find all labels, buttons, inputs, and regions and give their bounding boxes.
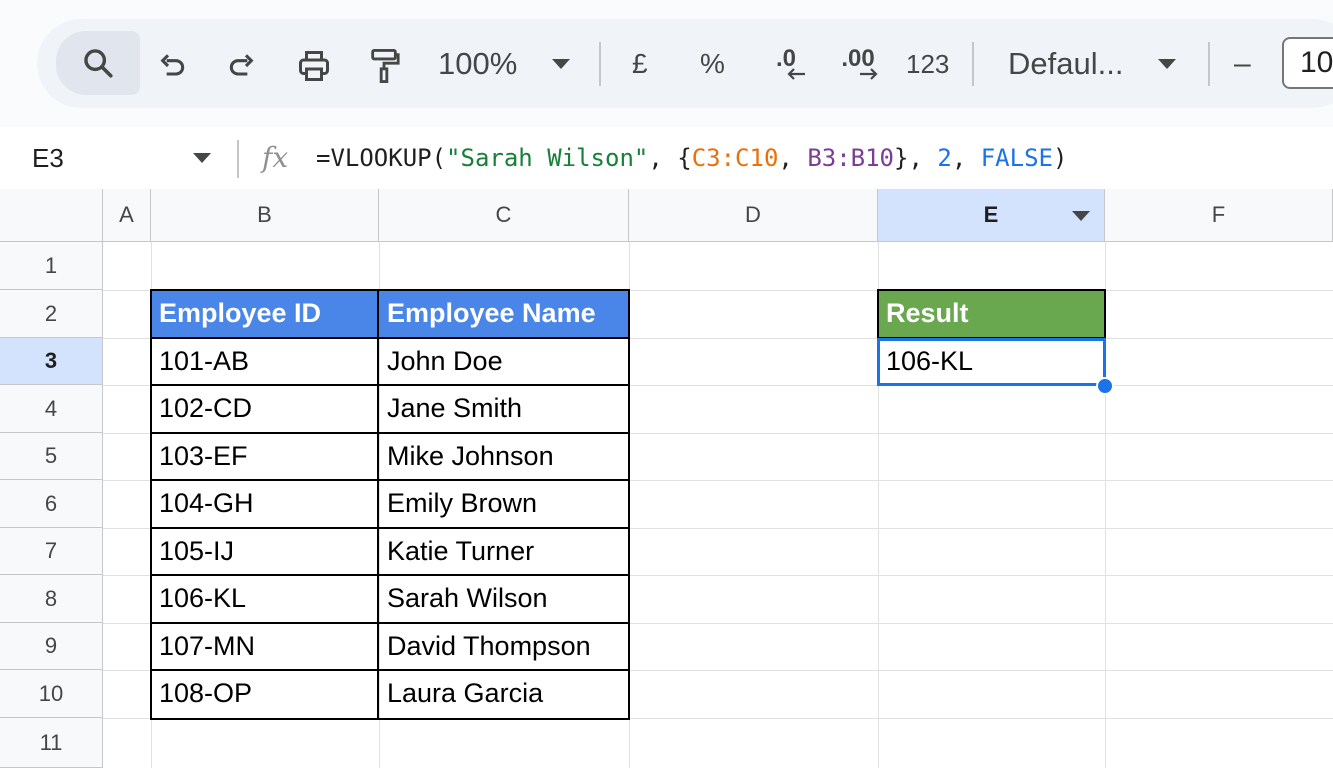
table-row-divider: [150, 479, 630, 481]
cell-b6[interactable]: 104-GH: [151, 480, 379, 528]
chevron-down-icon: [552, 59, 570, 69]
paint-format-button[interactable]: [362, 42, 406, 90]
cell-b8[interactable]: 106-KL: [151, 575, 379, 623]
print-icon: [299, 51, 329, 81]
table-row-divider: [150, 384, 630, 386]
formula-string-arg: "Sarah Wilson": [446, 144, 649, 172]
result-header-border: [877, 289, 1106, 339]
currency-format-button[interactable]: £: [632, 44, 648, 84]
row-header-2[interactable]: 2: [0, 290, 103, 338]
cell-c8[interactable]: Sarah Wilson: [379, 575, 629, 623]
row-header-6[interactable]: 6: [0, 480, 103, 528]
table-row-divider: [150, 337, 630, 339]
chevron-down-icon: [1158, 59, 1176, 69]
cell-b9[interactable]: 107-MN: [151, 623, 379, 670]
toolbar-divider: [1208, 42, 1210, 86]
gridline: [103, 718, 1333, 719]
search-icon: [84, 49, 113, 78]
column-header-f[interactable]: F: [1105, 189, 1333, 242]
cell-b4[interactable]: 102-CD: [151, 385, 379, 433]
table-row-divider: [150, 622, 630, 624]
formula-bool-arg: FALSE: [980, 144, 1053, 172]
formula-separator: },: [894, 144, 938, 172]
cell-c5[interactable]: Mike Johnson: [379, 433, 629, 480]
formula-input[interactable]: =VLOOKUP("Sarah Wilson", {C3:C10, B3:B10…: [316, 141, 1067, 175]
formula-separator: ,: [778, 144, 808, 172]
name-box[interactable]: E3: [32, 141, 64, 175]
font-select[interactable]: Defaul...: [1008, 44, 1123, 84]
cell-c7[interactable]: Katie Turner: [379, 528, 629, 575]
increase-decimal-button[interactable]: .00: [832, 42, 884, 86]
formula-bar-divider: [237, 140, 239, 178]
table-column-divider: [377, 289, 379, 720]
formula-range-1: C3:C10: [691, 144, 779, 172]
row-header-8[interactable]: 8: [0, 575, 103, 623]
print-button[interactable]: [292, 44, 336, 88]
name-box-dropdown[interactable]: [190, 150, 214, 166]
row-header-7[interactable]: 7: [0, 528, 103, 575]
formula-separator: , {: [648, 144, 692, 172]
table-row-divider: [150, 669, 630, 671]
fill-handle[interactable]: [1096, 377, 1114, 395]
row-header-4[interactable]: 4: [0, 385, 103, 433]
table-row-divider: [150, 527, 630, 529]
zoom-select[interactable]: 100%: [438, 44, 517, 84]
row-header-9[interactable]: 9: [0, 623, 103, 670]
column-header-e[interactable]: E: [878, 189, 1105, 242]
table-row-divider: [150, 574, 630, 576]
column-header-d[interactable]: D: [629, 189, 878, 242]
column-header-a[interactable]: A: [103, 189, 151, 242]
column-header-b[interactable]: B: [151, 189, 379, 242]
cell-b5[interactable]: 103-EF: [151, 433, 379, 480]
toolbar-divider: [972, 42, 974, 86]
sheet-grid[interactable]: A B C D E F 1 2 3 4 5 6 7 8 9 10 11 Empl…: [0, 189, 1333, 768]
gridline: [629, 242, 630, 768]
formula-index-arg: 2: [937, 144, 952, 172]
cell-b7[interactable]: 105-IJ: [151, 528, 379, 575]
fx-icon: fx: [262, 141, 289, 174]
cell-c9[interactable]: David Thompson: [379, 623, 629, 670]
cell-b2[interactable]: Employee ID: [151, 290, 379, 338]
formula-function: =VLOOKUP(: [316, 144, 447, 172]
zoom-dropdown[interactable]: [548, 54, 574, 74]
row-header-1[interactable]: 1: [0, 242, 103, 290]
paint-format-icon: [371, 49, 400, 84]
row-header-3[interactable]: 3: [0, 338, 103, 385]
table-row-divider: [150, 432, 630, 434]
cell-c10[interactable]: Laura Garcia: [379, 670, 629, 718]
formula-separator: ,: [951, 144, 981, 172]
cell-b3[interactable]: 101-AB: [151, 338, 379, 385]
redo-icon: [229, 54, 254, 76]
chevron-down-icon: [193, 153, 211, 163]
formula-range-2: B3:B10: [807, 144, 895, 172]
cell-c6[interactable]: Emily Brown: [379, 480, 629, 528]
font-size-field[interactable]: 10: [1282, 37, 1333, 89]
redo-button[interactable]: [222, 44, 262, 88]
arrow-right-icon: [860, 68, 878, 80]
search-menu-button[interactable]: [56, 31, 140, 95]
more-formats-button[interactable]: 123: [906, 44, 949, 84]
undo-button[interactable]: [152, 44, 192, 88]
row-header-5[interactable]: 5: [0, 433, 103, 480]
column-header-c[interactable]: C: [379, 189, 629, 242]
row-header-11[interactable]: 11: [0, 718, 103, 768]
cell-c4[interactable]: Jane Smith: [379, 385, 629, 433]
decrease-decimal-button[interactable]: .0: [762, 42, 810, 86]
select-all-corner[interactable]: [0, 189, 103, 242]
arrow-left-icon: [787, 68, 805, 80]
cell-c3[interactable]: John Doe: [379, 338, 629, 385]
undo-icon: [160, 54, 185, 76]
row-header-10[interactable]: 10: [0, 670, 103, 718]
cell-b10[interactable]: 108-OP: [151, 670, 379, 718]
column-menu-icon[interactable]: [1072, 211, 1090, 221]
formula-close: ): [1052, 144, 1068, 172]
toolbar-divider: [599, 42, 601, 86]
cell-c2[interactable]: Employee Name: [379, 290, 629, 338]
font-dropdown[interactable]: [1154, 54, 1180, 74]
column-header-e-label: E: [983, 202, 999, 227]
decrease-font-size-button[interactable]: –: [1234, 44, 1251, 84]
percent-format-button[interactable]: %: [700, 44, 725, 84]
selected-cell-outline: [877, 338, 1106, 386]
